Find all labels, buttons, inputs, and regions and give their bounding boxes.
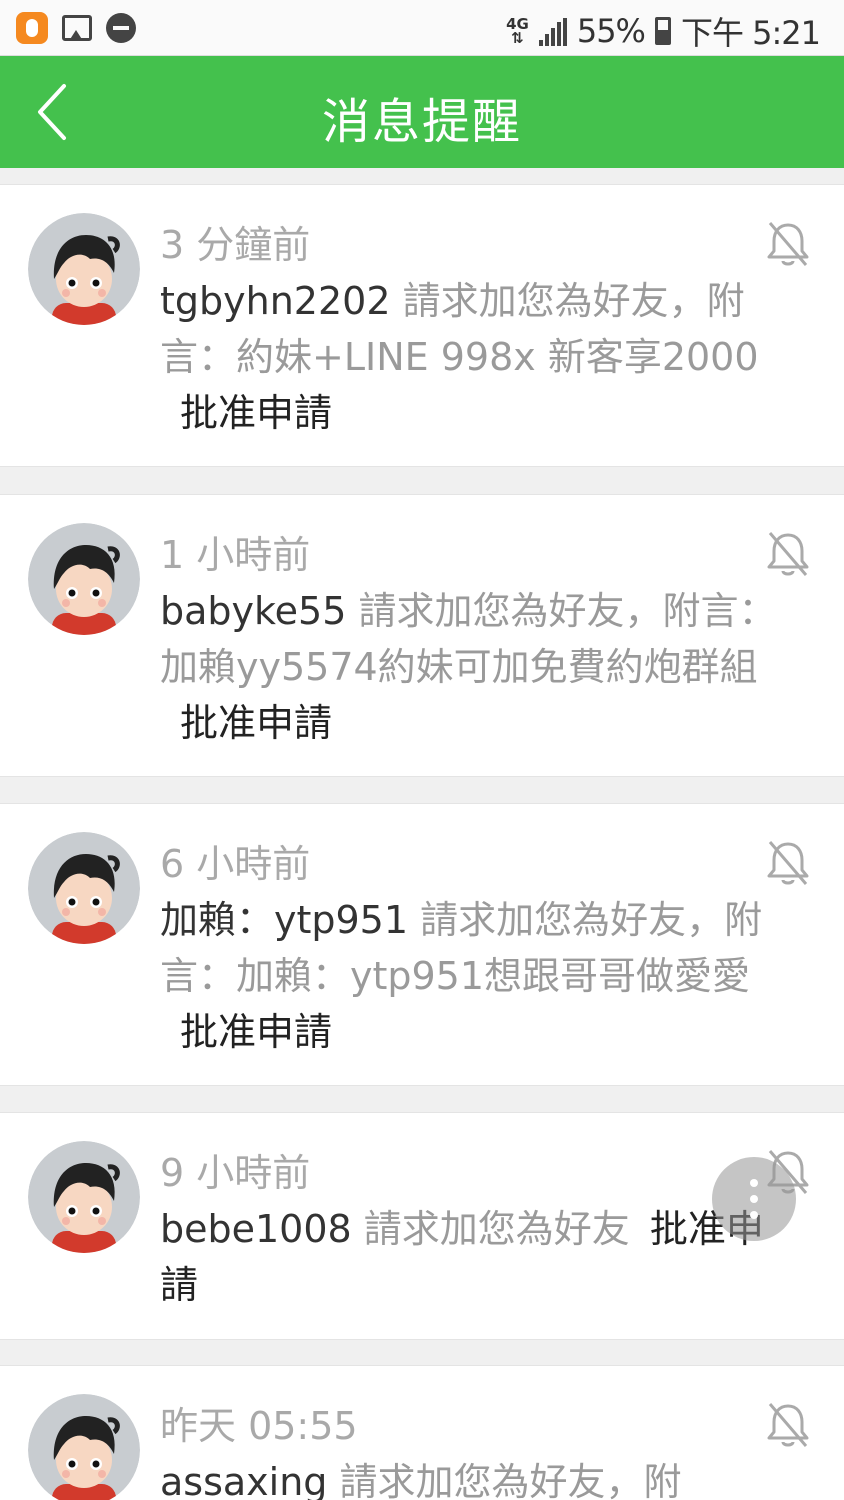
bell-off-icon[interactable]: [764, 838, 812, 888]
bell-off-icon[interactable]: [764, 219, 812, 269]
notification-content: 昨天 05:55 assaxing 請求加您為好友，附: [160, 1398, 780, 1500]
network-type: 4G ⇅: [506, 15, 529, 47]
notification-time: 6 小時前: [160, 842, 311, 886]
app-header: 消息提醒: [0, 56, 844, 168]
do-not-disturb-icon: [106, 13, 136, 43]
notification-body: bebe1008 請求加您為好友 批准申請: [160, 1201, 780, 1313]
more-options-button[interactable]: [712, 1157, 796, 1241]
notification-time: 1 小時前: [160, 533, 311, 577]
notification-item[interactable]: 3 分鐘前 tgbyhn2202 請求加您為好友，附言：約妹+LINE 998x…: [0, 184, 844, 467]
notification-content: 3 分鐘前 tgbyhn2202 請求加您為好友，附言：約妹+LINE 998x…: [160, 217, 780, 441]
approve-request-button[interactable]: 批准申請: [180, 1010, 332, 1054]
notification-content: 6 小時前 加賴：ytp951 請求加您為好友，附言：加賴：ytp951想跟哥哥…: [160, 836, 780, 1060]
notification-body: assaxing 請求加您為好友，附: [160, 1454, 780, 1500]
notification-item[interactable]: 6 小時前 加賴：ytp951 請求加您為好友，附言：加賴：ytp951想跟哥哥…: [0, 803, 844, 1086]
notification-time: 3 分鐘前: [160, 223, 311, 267]
notification-body: tgbyhn2202 請求加您為好友，附言：約妹+LINE 998x 新客享20…: [160, 273, 780, 441]
notification-time: 昨天 05:55: [160, 1404, 358, 1448]
signal-icon: [538, 16, 567, 46]
notification-content: 9 小時前 bebe1008 請求加您為好友 批准申請: [160, 1145, 780, 1313]
battery-icon: [654, 17, 671, 45]
avatar[interactable]: [28, 523, 140, 635]
avatar[interactable]: [28, 1394, 140, 1500]
app-icon: [16, 12, 48, 44]
notification-body: 加賴：ytp951 請求加您為好友，附言：加賴：ytp951想跟哥哥做愛愛批准申…: [160, 892, 780, 1060]
status-bar: 4G ⇅ 55% 下午 5:21: [0, 0, 844, 56]
bell-off-icon[interactable]: [764, 529, 812, 579]
approve-request-button[interactable]: 批准申請: [180, 391, 332, 435]
sender-name[interactable]: tgbyhn2202: [160, 279, 391, 323]
battery-percent: 55%: [576, 12, 646, 50]
request-text: 請求加您為好友，附: [327, 1460, 682, 1500]
sender-name[interactable]: babyke55: [160, 589, 346, 633]
notification-body: babyke55 請求加您為好友，附言：加賴yy5574約妹可加免費約炮群組批准…: [160, 583, 780, 751]
avatar[interactable]: [28, 832, 140, 944]
sender-name[interactable]: bebe1008: [160, 1207, 352, 1251]
bell-off-icon[interactable]: [764, 1400, 812, 1450]
page-title: 消息提醒: [321, 94, 522, 150]
sender-name[interactable]: assaxing: [160, 1460, 327, 1500]
approve-request-button[interactable]: 批准申請: [180, 701, 332, 745]
notification-content: 1 小時前 babyke55 請求加您為好友，附言：加賴yy5574約妹可加免費…: [160, 527, 780, 751]
avatar[interactable]: [28, 213, 140, 325]
notification-item[interactable]: 1 小時前 babyke55 請求加您為好友，附言：加賴yy5574約妹可加免費…: [0, 494, 844, 777]
avatar[interactable]: [28, 1141, 140, 1253]
request-text: 請求加您為好友: [351, 1207, 630, 1251]
clock: 下午 5:21: [680, 14, 821, 52]
image-icon: [62, 15, 92, 41]
notification-item[interactable]: 9 小時前 bebe1008 請求加您為好友 批准申請: [0, 1112, 844, 1340]
notification-time: 9 小時前: [160, 1151, 311, 1195]
sender-name[interactable]: 加賴：ytp951: [160, 898, 408, 942]
notification-item[interactable]: 昨天 05:55 assaxing 請求加您為好友，附: [0, 1365, 844, 1500]
